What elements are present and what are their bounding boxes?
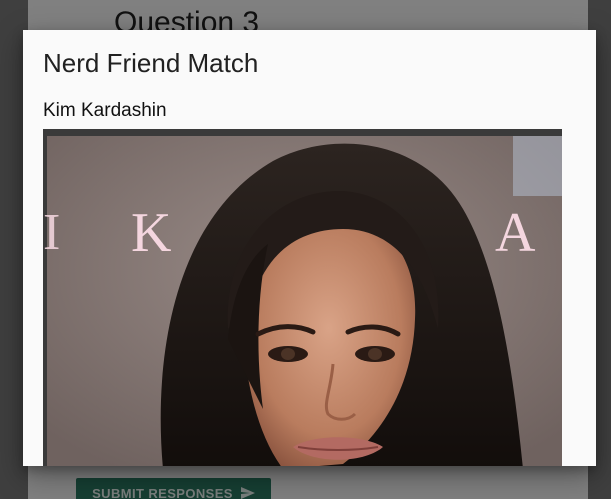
match-name: Kim Kardashin — [43, 100, 167, 121]
match-photo: I K A — [43, 129, 562, 466]
svg-text:I: I — [43, 204, 60, 261]
match-dialog: Nerd Friend Match Kim Kardashin I K A — [23, 30, 596, 466]
backdrop-letter-k: K — [131, 202, 171, 264]
dialog-title: Nerd Friend Match — [43, 48, 259, 78]
match-photo-illustration: I K A — [43, 129, 562, 466]
backdrop-letter-a: A — [495, 202, 536, 264]
